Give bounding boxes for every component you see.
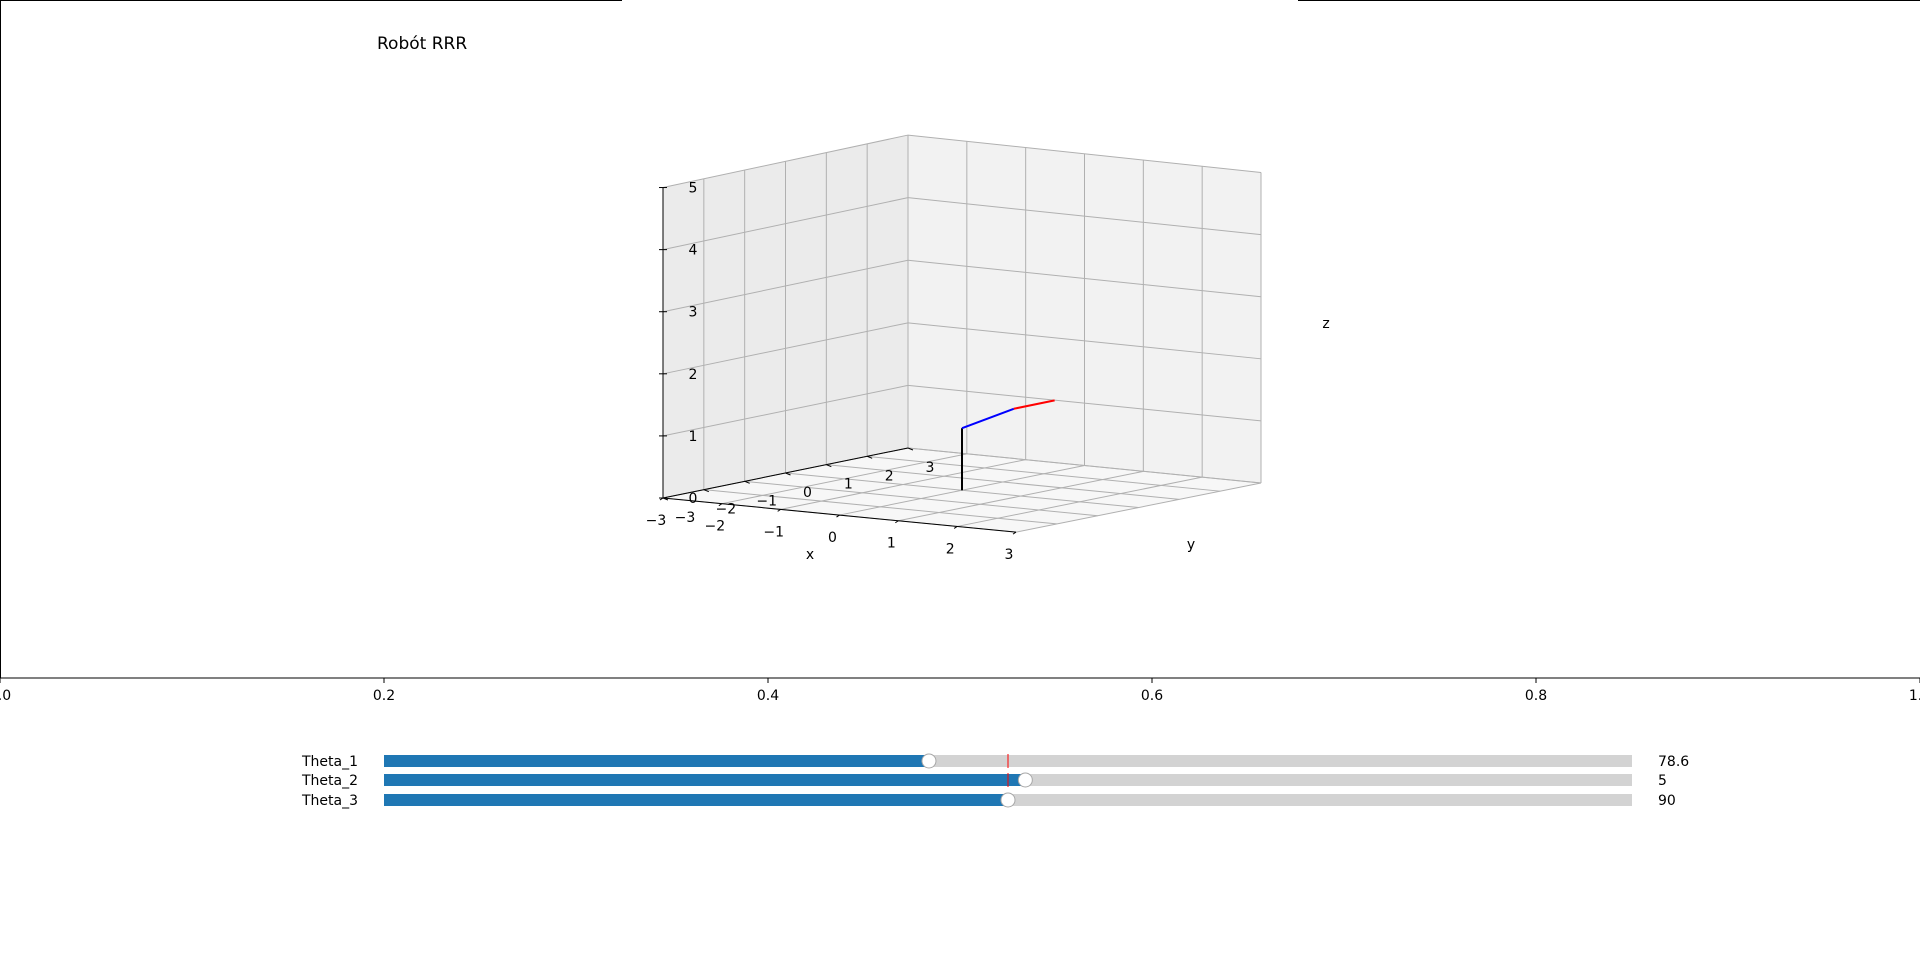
chart-title: Robót RRR (377, 34, 467, 54)
x-tick-label: 1 (887, 536, 896, 552)
slider-value: 90 (1658, 793, 1676, 809)
y-tick-label: 1 (844, 477, 853, 493)
slider-label: Theta_3 (301, 793, 358, 809)
x-tick-label: 3 (1005, 547, 1014, 563)
y-tick-label: 0 (803, 485, 812, 501)
slider-handle[interactable] (1000, 792, 1016, 808)
slider-fill (384, 794, 1008, 806)
z-tick-label: 4 (689, 243, 698, 259)
z-axis-label: z (1322, 316, 1329, 332)
y-tick-label: 3 (926, 460, 935, 476)
slider-value: 78.6 (1658, 754, 1689, 770)
x-axis-label: x (806, 547, 814, 563)
bottom-tick-label: 0.6 (1141, 688, 1163, 704)
x-tick-label: 2 (946, 541, 955, 557)
bottom-axis-ticks: 0.0 0.2 0.4 0.6 0.8 1.0 (0, 678, 1920, 704)
x-tick-label: 0 (828, 530, 837, 546)
bottom-tick-label: 0.4 (757, 688, 779, 704)
bottom-tick-label: 0.2 (373, 688, 395, 704)
slider-label: Theta_1 (301, 754, 358, 770)
slider-handle[interactable] (921, 753, 937, 769)
y-axis-label: y (1187, 537, 1195, 553)
x-tick-label: −2 (705, 519, 726, 535)
robot-3d-plot: −3 −2 −1 0 1 2 3 −3 −2 −1 0 1 2 3 0 1 2 3 4 5 x y z (646, 134, 1330, 563)
z-tick-label: 1 (689, 429, 698, 445)
bottom-tick-label: 1.0 (1909, 688, 1920, 704)
slider-panel: Theta_1 78.6 Theta_2 5 Theta_3 90 (301, 753, 1689, 809)
y-tick-label: −1 (756, 493, 777, 509)
slider-fill (384, 774, 1026, 786)
z-tick-label: 0 (689, 491, 698, 507)
slider-theta-1[interactable]: Theta_1 78.6 (301, 753, 1689, 770)
bottom-tick-label: 0.8 (1525, 688, 1547, 704)
y-tick-label: −2 (716, 502, 737, 518)
z-tick-label: 2 (689, 367, 698, 383)
x-tick-label: −1 (763, 524, 784, 540)
y-tick-label: −3 (675, 510, 696, 526)
slider-handle[interactable] (1017, 772, 1033, 788)
slider-fill (384, 755, 929, 767)
y-tick-label: 2 (885, 468, 894, 484)
z-tick-label: 5 (689, 181, 698, 197)
slider-theta-2[interactable]: Theta_2 5 (301, 772, 1667, 789)
bottom-tick-label: 0.0 (0, 688, 11, 704)
slider-value: 5 (1658, 773, 1667, 789)
z-tick-label: 3 (689, 305, 698, 321)
x-tick-label: −3 (646, 513, 667, 529)
slider-label: Theta_2 (301, 773, 358, 789)
slider-theta-3[interactable]: Theta_3 90 (301, 792, 1676, 809)
